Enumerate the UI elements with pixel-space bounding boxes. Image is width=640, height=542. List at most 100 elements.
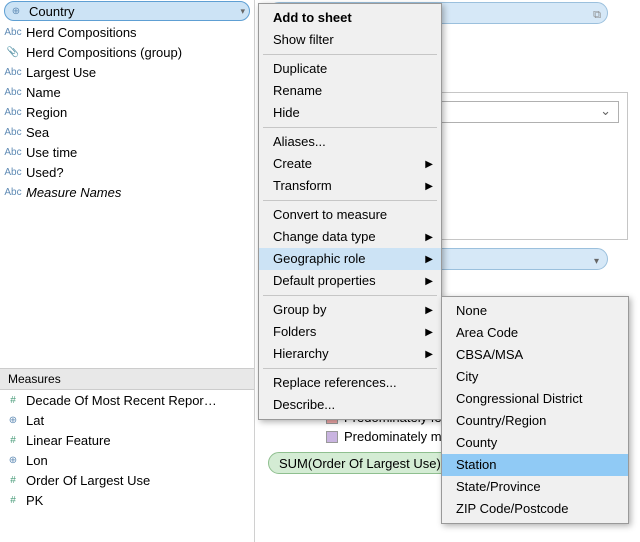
menu-item-label: Duplicate bbox=[273, 61, 327, 76]
measure-field[interactable]: ⊕Lon bbox=[0, 450, 254, 470]
field-label: Lat bbox=[26, 413, 44, 428]
menu-item[interactable]: Transform ▶ bbox=[259, 175, 441, 197]
submenu-item-label: Area Code bbox=[456, 325, 518, 340]
field-label: Herd Compositions bbox=[26, 25, 137, 40]
menu-item[interactable]: Hide bbox=[259, 102, 441, 124]
dimension-field[interactable]: ⊕ Country ▾ bbox=[4, 1, 250, 21]
menu-item-label: Default properties bbox=[273, 273, 376, 288]
dimension-field[interactable]: Abc Sea bbox=[0, 122, 254, 142]
field-label: Herd Compositions (group) bbox=[26, 45, 182, 60]
measure-field[interactable]: # Linear Feature bbox=[0, 430, 254, 450]
menu-item[interactable]: Rename bbox=[259, 80, 441, 102]
submenu-item-label: State/Province bbox=[456, 479, 541, 494]
dimension-field[interactable]: AbcRegion bbox=[0, 102, 254, 122]
globe-icon: ⊕ bbox=[7, 6, 25, 17]
pill-label: SUM(Order Of Largest Use) bbox=[279, 456, 441, 471]
submenu-arrow-icon: ▶ bbox=[425, 303, 433, 319]
field-label: Decade Of Most Recent Repor… bbox=[26, 393, 217, 408]
dimension-field[interactable]: AbcName bbox=[0, 82, 254, 102]
submenu-item[interactable]: Congressional District bbox=[442, 388, 628, 410]
submenu-item-label: City bbox=[456, 369, 478, 384]
text-icon: Abc bbox=[4, 187, 22, 198]
menu-item[interactable]: Convert to measure bbox=[259, 204, 441, 226]
menu-item[interactable]: Describe... bbox=[259, 394, 441, 416]
text-icon: Abc bbox=[4, 167, 22, 178]
dimension-field[interactable]: Abc Use time bbox=[0, 142, 254, 162]
submenu-item-label: Country/Region bbox=[456, 413, 546, 428]
text-icon: Abc bbox=[4, 27, 22, 38]
measures-header: Measures bbox=[0, 368, 254, 390]
dimension-field[interactable]: AbcUsed? bbox=[0, 162, 254, 182]
measure-field[interactable]: # Order Of Largest Use bbox=[0, 470, 254, 490]
menu-item-label: Hide bbox=[273, 105, 300, 120]
field-label: Sea bbox=[26, 125, 49, 140]
submenu-item[interactable]: Station bbox=[442, 454, 628, 476]
submenu-item-label: Station bbox=[456, 457, 496, 472]
menu-item-label: Add to sheet bbox=[273, 10, 352, 25]
menu-item[interactable]: Add to sheet bbox=[259, 7, 441, 29]
chevron-down-icon: ▾ bbox=[594, 253, 599, 270]
submenu-arrow-icon: ▶ bbox=[425, 230, 433, 246]
submenu-item[interactable]: CBSA/MSA bbox=[442, 344, 628, 366]
submenu-arrow-icon: ▶ bbox=[425, 252, 433, 268]
field-label: Order Of Largest Use bbox=[26, 473, 150, 488]
submenu-arrow-icon: ▶ bbox=[425, 274, 433, 290]
number-icon: # bbox=[4, 475, 22, 486]
menu-item[interactable]: Duplicate bbox=[259, 58, 441, 80]
submenu-item[interactable]: Area Code bbox=[442, 322, 628, 344]
geographic-role-submenu: None Area Code CBSA/MSA City Congressional D… bbox=[441, 296, 629, 524]
menu-item-label: Hierarchy bbox=[273, 346, 329, 361]
submenu-item[interactable]: None bbox=[442, 300, 628, 322]
menu-item[interactable]: Geographic role ▶ bbox=[259, 248, 441, 270]
menu-item-label: Show filter bbox=[273, 32, 334, 47]
submenu-arrow-icon: ▶ bbox=[425, 179, 433, 195]
text-icon: Abc bbox=[4, 107, 22, 118]
chevron-down-icon: ▾ bbox=[240, 6, 245, 17]
menu-separator bbox=[263, 295, 437, 296]
group-icon: 📎 bbox=[4, 47, 22, 58]
dimensions-list: ⊕ Country ▾ Abc Herd Compositions 📎 Herd Compo… bbox=[0, 1, 254, 202]
link-icon: ⧉ bbox=[593, 7, 601, 24]
menu-item-label: Transform bbox=[273, 178, 332, 193]
menu-item-label: Geographic role bbox=[273, 251, 366, 266]
submenu-item[interactable]: City bbox=[442, 366, 628, 388]
field-label: Linear Feature bbox=[26, 433, 111, 448]
menu-item-label: Folders bbox=[273, 324, 316, 339]
field-label: Country bbox=[29, 4, 75, 19]
menu-item-label: Convert to measure bbox=[273, 207, 387, 222]
field-label: Use time bbox=[26, 145, 77, 160]
menu-item[interactable]: Group by ▶ bbox=[259, 299, 441, 321]
menu-item[interactable]: Hierarchy▶ bbox=[259, 343, 441, 365]
menu-item[interactable]: Default properties ▶ bbox=[259, 270, 441, 292]
measure-field[interactable]: #PK bbox=[0, 490, 254, 510]
number-icon: # bbox=[4, 435, 22, 446]
measure-field[interactable]: # Decade Of Most Recent Repor… bbox=[0, 390, 254, 410]
submenu-item-label: None bbox=[456, 303, 487, 318]
submenu-item-label: CBSA/MSA bbox=[456, 347, 523, 362]
menu-item[interactable]: Show filter bbox=[259, 29, 441, 51]
menu-item[interactable]: Change data type▶ bbox=[259, 226, 441, 248]
number-icon: # bbox=[4, 395, 22, 406]
text-icon: Abc bbox=[4, 147, 22, 158]
globe-icon: ⊕ bbox=[4, 415, 22, 426]
measure-field[interactable]: ⊕ Lat bbox=[0, 410, 254, 430]
submenu-item-label: Congressional District bbox=[456, 391, 582, 406]
menu-separator bbox=[263, 127, 437, 128]
text-icon: Abc bbox=[4, 127, 22, 138]
submenu-item[interactable]: Country/Region bbox=[442, 410, 628, 432]
menu-item[interactable]: Create▶ bbox=[259, 153, 441, 175]
field-label: PK bbox=[26, 493, 43, 508]
submenu-item[interactable]: State/Province bbox=[442, 476, 628, 498]
submenu-item[interactable]: ZIP Code/Postcode bbox=[442, 498, 628, 520]
menu-item[interactable]: Replace references... bbox=[259, 372, 441, 394]
dimension-field[interactable]: 📎 Herd Compositions (group) bbox=[0, 42, 254, 62]
menu-item[interactable]: Aliases... bbox=[259, 131, 441, 153]
field-label: Name bbox=[26, 85, 61, 100]
legend-swatch bbox=[326, 431, 338, 443]
dimension-field[interactable]: AbcMeasure Names bbox=[0, 182, 254, 202]
menu-item-label: Rename bbox=[273, 83, 322, 98]
submenu-item[interactable]: County bbox=[442, 432, 628, 454]
dimension-field[interactable]: AbcLargest Use bbox=[0, 62, 254, 82]
dimension-field[interactable]: Abc Herd Compositions bbox=[0, 22, 254, 42]
menu-item-label: Group by bbox=[273, 302, 326, 317]
